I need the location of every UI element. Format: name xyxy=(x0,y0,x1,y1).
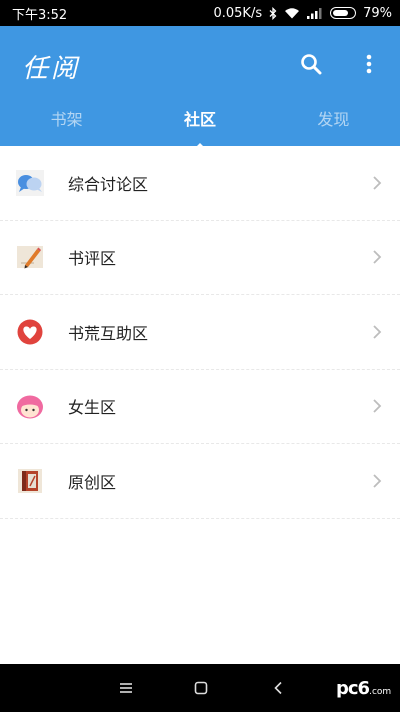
back-chevron-icon xyxy=(274,681,282,695)
home-button[interactable] xyxy=(190,678,212,698)
forum-item-general[interactable]: 综合讨论区 xyxy=(0,146,400,221)
forum-item-label: 原创区 xyxy=(68,472,117,492)
wifi-icon xyxy=(284,7,300,19)
battery-level: 79% xyxy=(363,5,392,21)
tab-bookshelf[interactable]: 书架 xyxy=(0,104,133,146)
bluetooth-icon xyxy=(269,6,277,20)
watermark-sub: .com xyxy=(369,687,392,697)
chevron-right-icon xyxy=(372,473,382,489)
signal-icon xyxy=(307,7,323,19)
tab-discover[interactable]: 发现 xyxy=(267,104,400,146)
battery-icon xyxy=(330,7,357,19)
forum-list: 综合讨论区 书评区 书荒互助区 女生区 原创区 xyxy=(0,146,400,519)
chat-bubble-icon xyxy=(16,169,44,196)
chevron-right-icon xyxy=(372,398,382,414)
menu-button[interactable] xyxy=(115,678,137,698)
home-square-icon xyxy=(194,681,208,695)
menu-icon xyxy=(120,683,132,693)
watermark-main: pc6 xyxy=(336,678,370,699)
back-button[interactable] xyxy=(267,678,289,698)
forum-item-label: 书评区 xyxy=(68,249,117,269)
status-time: 下午3:52 xyxy=(12,7,68,23)
status-icons: 0.05K/s 79% xyxy=(213,6,392,21)
chevron-right-icon xyxy=(372,249,382,265)
tab-bar: 书架 社区 发现 xyxy=(0,104,400,150)
forum-item-book-help[interactable]: 书荒互助区 xyxy=(0,295,400,370)
pc6-watermark: pc6.com xyxy=(336,678,391,699)
chevron-right-icon xyxy=(372,324,382,340)
pencil-paper-icon xyxy=(16,244,44,270)
girl-face-icon xyxy=(16,393,44,419)
status-bar: 下午3:52 0.05K/s 79% xyxy=(0,0,400,26)
app-title: 任阅 xyxy=(22,54,81,84)
chevron-right-icon xyxy=(372,175,382,191)
tab-community-label: 社区 xyxy=(183,110,216,129)
network-speed: 0.05K/s xyxy=(213,5,263,21)
more-options-button[interactable] xyxy=(357,50,381,78)
forum-item-label: 综合讨论区 xyxy=(68,174,149,194)
search-icon xyxy=(301,54,322,75)
more-vert-icon xyxy=(366,54,372,74)
search-button[interactable] xyxy=(297,50,325,78)
forum-item-girls[interactable]: 女生区 xyxy=(0,370,400,444)
tab-community[interactable]: 社区 xyxy=(133,104,266,150)
forum-item-original[interactable]: 原创区 xyxy=(0,444,400,519)
book-icon xyxy=(16,468,44,494)
forum-item-label: 女生区 xyxy=(68,398,117,418)
heart-icon xyxy=(16,319,44,345)
forum-item-label: 书荒互助区 xyxy=(68,323,149,343)
forum-item-reviews[interactable]: 书评区 xyxy=(0,221,400,295)
app-bar: 任阅 书架 社区 发现 xyxy=(0,26,400,150)
